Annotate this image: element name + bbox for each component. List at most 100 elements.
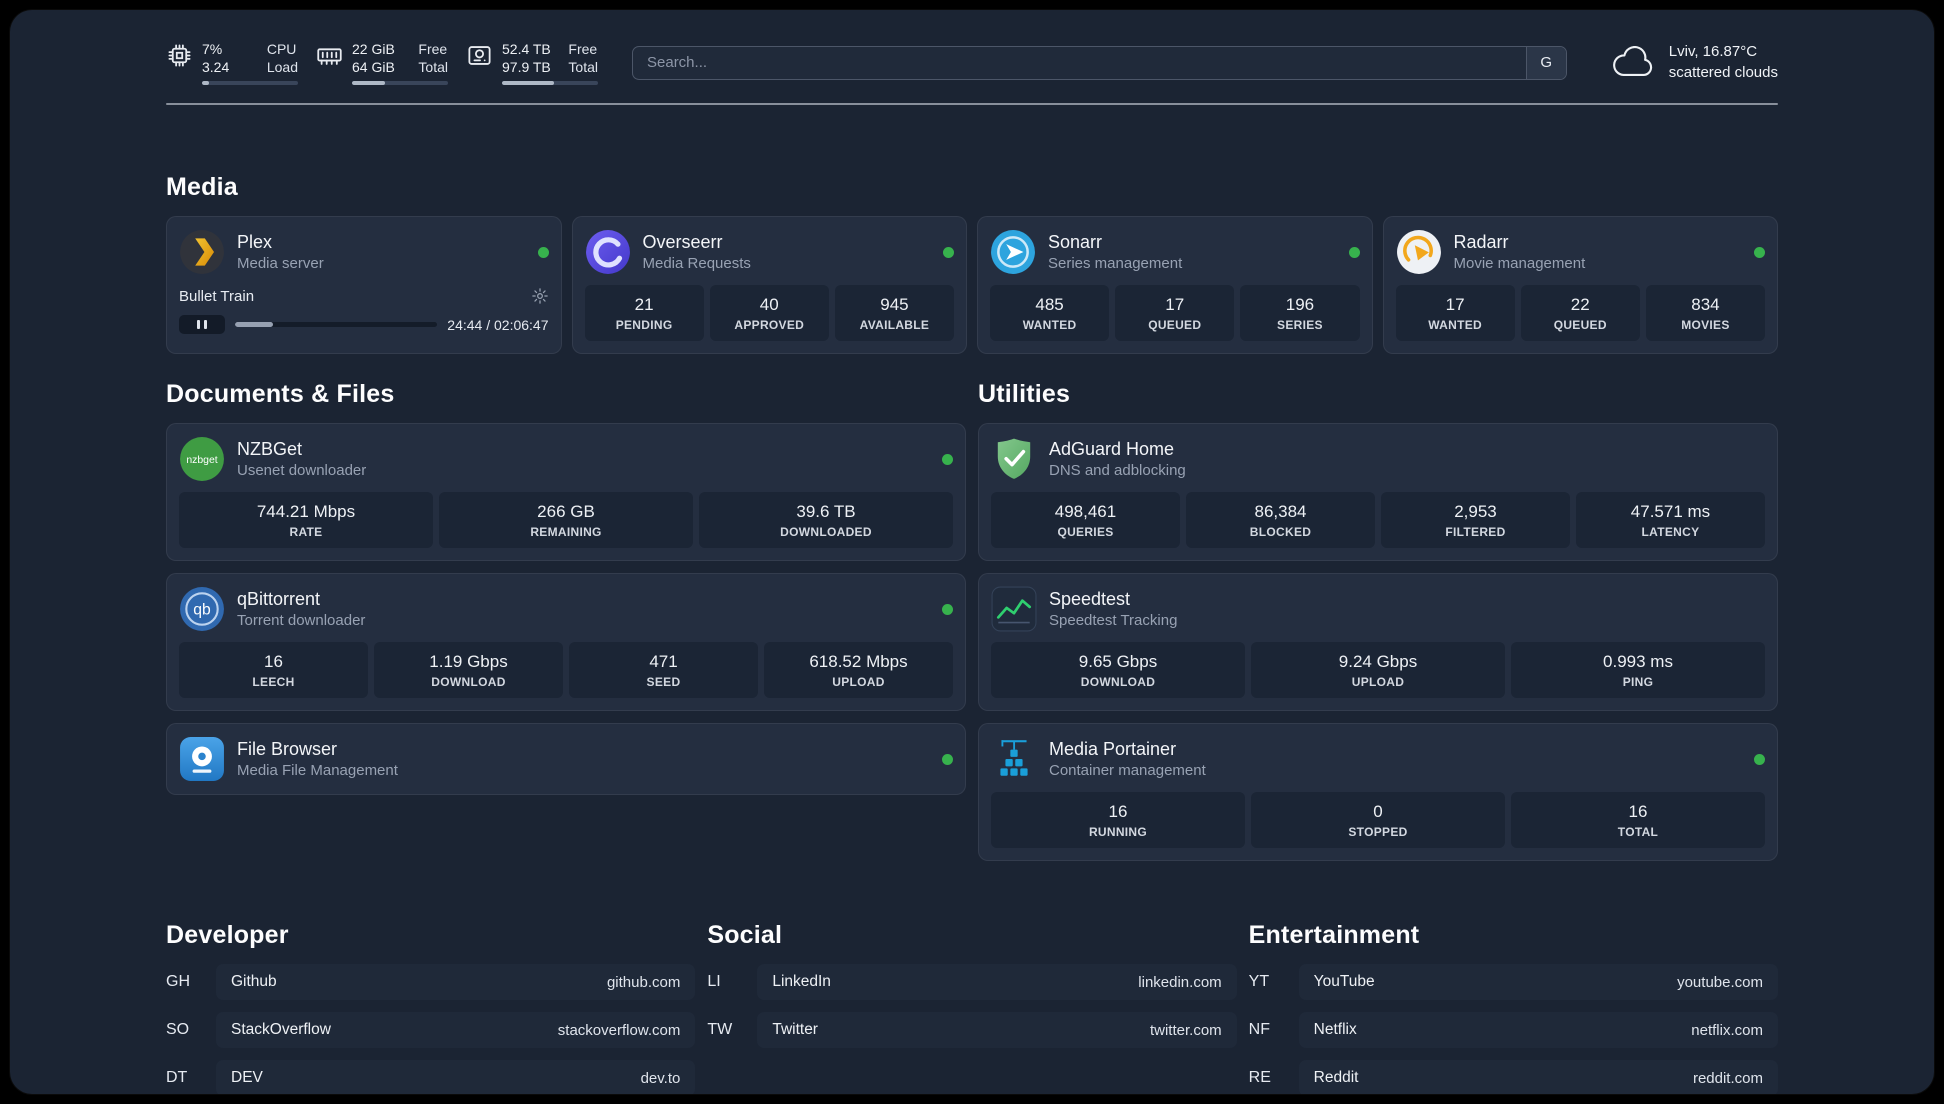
stat-tile: 17 QUEUED	[1115, 285, 1235, 342]
plex-icon	[179, 229, 225, 275]
stat-value: 266 GB	[537, 502, 595, 522]
status-dot	[942, 753, 953, 765]
app-card-radarr: Radarr Movie management 17 WANTED 22 QUE…	[1382, 216, 1778, 355]
hard-drive-icon	[466, 42, 493, 69]
app-name: AdGuard Home	[1049, 439, 1175, 460]
stat-tile: 266 GB REMAINING	[439, 492, 693, 549]
app-subtitle: Container management	[1049, 762, 1206, 780]
stat-tile: 16 TOTAL	[1511, 792, 1765, 849]
pause-button[interactable]	[179, 315, 225, 335]
bookmark-group-entertainment: Entertainment YT YouTube youtube.com NF …	[1249, 921, 1778, 1094]
app-card-speedtest: Speedtest Speedtest Tracking 9.65 Gbps D…	[978, 573, 1778, 712]
bookmark-name: Reddit	[1313, 1069, 1359, 1087]
stat-label: DOWNLOADED	[780, 525, 872, 540]
disk-widget: 52.4 TB 97.9 TB Free Total	[466, 40, 598, 86]
app-subtitle: Media server	[237, 255, 324, 273]
stat-label: RATE	[289, 525, 323, 540]
github-abbr-icon: GH	[166, 973, 190, 991]
stat-label: REMAINING	[530, 525, 602, 540]
stat-label: UPLOAD	[1351, 675, 1405, 690]
section-title-entertainment: Entertainment	[1248, 921, 1420, 950]
bookmark-reddit[interactable]: RE Reddit reddit.com	[1249, 1060, 1778, 1094]
dev-abbr-icon: DT	[166, 1069, 188, 1087]
sonarr-icon	[990, 229, 1036, 275]
stat-value: 16	[1108, 802, 1128, 822]
stat-tile: 47.571 ms LATENCY	[1576, 492, 1765, 549]
netflix-abbr-icon: NF	[1248, 1021, 1270, 1039]
stat-value: 1.19 Gbps	[429, 652, 508, 672]
stat-tile: 9.65 Gbps DOWNLOAD	[991, 642, 1245, 699]
weather-condition: scattered clouds	[1668, 63, 1778, 81]
section-title-developer: Developer	[166, 921, 289, 950]
stat-label: DOWNLOAD	[431, 675, 506, 690]
stat-label: WANTED	[1428, 318, 1482, 333]
radarr-icon	[1396, 229, 1442, 275]
app-card-filebrowser: File Browser Media File Management	[166, 723, 966, 796]
speedtest-link[interactable]: Speedtest Speedtest Tracking	[991, 586, 1765, 632]
reddit-abbr-icon: RE	[1248, 1069, 1271, 1087]
gear-icon[interactable]	[531, 287, 549, 305]
stat-value: 0	[1373, 802, 1383, 822]
search-engine-button[interactable]: G	[1525, 46, 1566, 79]
search-input[interactable]	[633, 46, 1526, 79]
stat-value: 196	[1285, 295, 1315, 315]
app-subtitle: Usenet downloader	[237, 462, 367, 480]
bookmark-linkedin[interactable]: LI LinkedIn linkedin.com	[707, 964, 1237, 1001]
stat-label: QUEUED	[1148, 318, 1202, 333]
stat-label: LATENCY	[1641, 525, 1700, 540]
stat-value: 16	[264, 652, 283, 672]
sonarr-link[interactable]: Sonarr Series management	[990, 229, 1360, 275]
adguard-shield-icon	[991, 436, 1037, 482]
stat-tile: 2,953 FILTERED	[1381, 492, 1570, 549]
app-name: Radarr	[1453, 232, 1509, 253]
stat-label: DOWNLOAD	[1080, 675, 1156, 690]
cpu-load-label: Load	[266, 59, 298, 76]
stat-value: 9.65 Gbps	[1078, 652, 1158, 672]
stat-tile: 485 WANTED	[990, 285, 1110, 342]
bookmark-twitter[interactable]: TW Twitter twitter.com	[707, 1012, 1237, 1049]
stat-value: 0.993 ms	[1603, 652, 1673, 672]
stat-tile: 86,384 BLOCKED	[1186, 492, 1375, 549]
bookmark-youtube[interactable]: YT YouTube youtube.com	[1249, 964, 1778, 1001]
bookmark-url: youtube.com	[1677, 973, 1763, 991]
stat-label: WANTED	[1022, 318, 1077, 333]
bookmark-netflix[interactable]: NF Netflix netflix.com	[1248, 1012, 1778, 1049]
twitter-abbr-icon: TW	[707, 1021, 733, 1039]
stat-tile: 0 STOPPED	[1251, 792, 1505, 849]
playback-progress-bar[interactable]	[235, 322, 438, 328]
stat-tile: 196 SERIES	[1240, 285, 1360, 342]
app-subtitle: Speedtest Tracking	[1049, 612, 1178, 630]
status-dot	[943, 246, 954, 258]
now-playing-title: Bullet Train	[179, 287, 255, 305]
filebrowser-link[interactable]: File Browser Media File Management	[179, 736, 953, 782]
portainer-link[interactable]: Media Portainer Container management	[991, 736, 1765, 782]
stat-label: PENDING	[615, 318, 673, 333]
app-card-nzbget: nzbget NZBGet Usenet downloader 744.21 M…	[166, 423, 966, 562]
disk-total-value: 97.9 TB	[502, 59, 551, 76]
app-name: File Browser	[237, 739, 338, 760]
app-name: Media Portainer	[1049, 739, 1177, 760]
bookmark-stackoverflow[interactable]: SO StackOverflow stackoverflow.com	[166, 1012, 696, 1049]
app-subtitle: Torrent downloader	[237, 612, 366, 630]
adguard-link[interactable]: AdGuard Home DNS and adblocking	[991, 436, 1765, 482]
nzbget-link[interactable]: nzbget NZBGet Usenet downloader	[179, 436, 953, 482]
radarr-link[interactable]: Radarr Movie management	[1396, 229, 1765, 275]
overseerr-link[interactable]: Overseerr Media Requests	[585, 229, 954, 275]
bookmark-dev[interactable]: DT DEV dev.to	[166, 1060, 696, 1094]
portainer-crane-icon	[991, 736, 1037, 782]
stat-tile: 498,461 QUERIES	[991, 492, 1180, 549]
ram-widget: 22 GiB 64 GiB Free Total	[316, 40, 448, 86]
stat-value: 498,461	[1054, 502, 1117, 522]
app-subtitle: Media Requests	[642, 255, 751, 273]
stat-label: PING	[1622, 675, 1654, 690]
weather-widget: Lviv, 16.87°C scattered clouds	[1611, 42, 1778, 83]
stat-label: TOTAL	[1617, 825, 1659, 840]
bookmark-github[interactable]: GH Github github.com	[166, 964, 696, 1001]
status-dot	[1348, 246, 1360, 258]
disk-free-value: 52.4 TB	[502, 41, 551, 57]
overseerr-icon	[585, 229, 631, 275]
cpu-load-value: 3.24	[202, 59, 230, 76]
plex-link[interactable]: Plex Media server	[179, 229, 549, 275]
qbittorrent-link[interactable]: qb qBittorrent Torrent downloader	[179, 586, 953, 632]
stat-tile: 22 QUEUED	[1520, 285, 1640, 342]
